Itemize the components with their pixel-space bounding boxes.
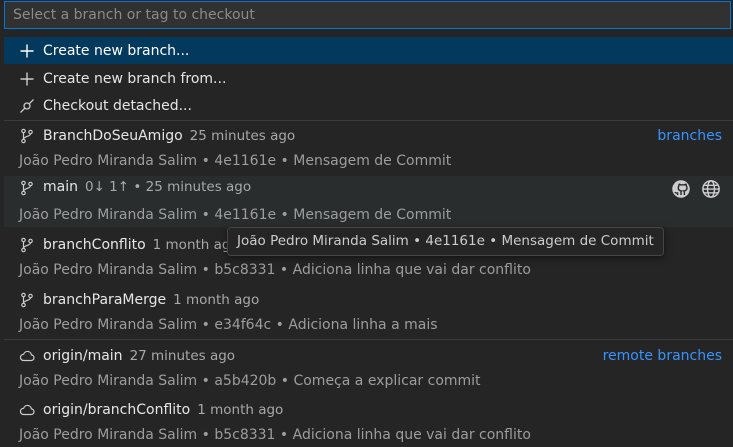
git-branch-icon <box>18 179 36 197</box>
group-label-remote-branches: remote branches <box>602 347 722 364</box>
branch-detail: João Pedro Miranda Salim • e34f64c • Adi… <box>19 317 438 333</box>
branch-name: BranchDoSeuAmigo <box>43 127 183 144</box>
remote-branch-item-origin-branchconflito[interactable]: origin/branchConflito 1 month ago <box>4 396 733 423</box>
github-icon[interactable] <box>671 179 691 199</box>
commit-tooltip: João Pedro Miranda Salim • 4e1161e • Men… <box>227 227 664 256</box>
remote-branch-item-origin-main[interactable]: origin/main 27 minutes ago remote branch… <box>4 342 733 369</box>
branch-description: 1 month ago <box>173 291 260 308</box>
branch-name: origin/branchConflito <box>43 401 191 418</box>
branch-detail: João Pedro Miranda Salim • 4e1161e • Men… <box>19 153 452 169</box>
branch-description: 25 minutes ago <box>189 127 296 144</box>
branch-item-branchparamerge[interactable]: branchParaMerge 1 month ago <box>4 286 733 313</box>
branch-description: 27 minutes ago <box>129 347 236 364</box>
git-commit-icon <box>18 97 36 115</box>
branch-detail: João Pedro Miranda Salim • a5b420b • Com… <box>19 373 481 389</box>
checkout-detached-label: Checkout detached... <box>43 97 192 114</box>
git-branch-icon <box>18 291 36 309</box>
git-branch-icon <box>18 127 36 145</box>
branch-name: origin/main <box>43 347 123 364</box>
cloud-icon <box>18 401 36 419</box>
branch-name: main <box>43 179 78 195</box>
create-new-branch-item[interactable]: Create new branch... <box>4 37 733 64</box>
git-branch-icon <box>18 236 36 254</box>
create-new-branch-from-item[interactable]: Create new branch from... <box>4 65 733 92</box>
branch-description: 1 month ago <box>152 236 239 253</box>
row-action-bar <box>671 179 721 199</box>
branch-name: branchConflito <box>43 236 146 253</box>
separator <box>4 339 733 340</box>
globe-icon[interactable] <box>701 179 721 199</box>
plus-icon <box>18 70 36 88</box>
branch-description: 0↓ 1↑ • 25 minutes ago <box>84 179 252 195</box>
branch-detail: João Pedro Miranda Salim • b5c8331 • Adi… <box>19 262 531 278</box>
checkout-detached-item[interactable]: Checkout detached... <box>4 92 733 119</box>
plus-icon <box>18 42 36 60</box>
create-new-branch-label: Create new branch... <box>43 42 190 59</box>
cloud-icon <box>18 347 36 365</box>
branch-description: 1 month ago <box>197 401 284 418</box>
branch-search-box[interactable] <box>4 1 731 29</box>
branch-search-input[interactable] <box>5 2 730 28</box>
branch-detail: João Pedro Miranda Salim • b5c8331 • Adi… <box>19 427 531 443</box>
branch-name: branchParaMerge <box>43 291 167 308</box>
create-new-branch-from-label: Create new branch from... <box>43 70 227 87</box>
group-label-branches: branches <box>657 127 722 144</box>
branch-item-branchdoseuamigo[interactable]: BranchDoSeuAmigo 25 minutes ago branches <box>4 122 733 149</box>
separator <box>4 120 733 121</box>
branch-detail: João Pedro Miranda Salim • 4e1161e • Men… <box>19 207 452 223</box>
